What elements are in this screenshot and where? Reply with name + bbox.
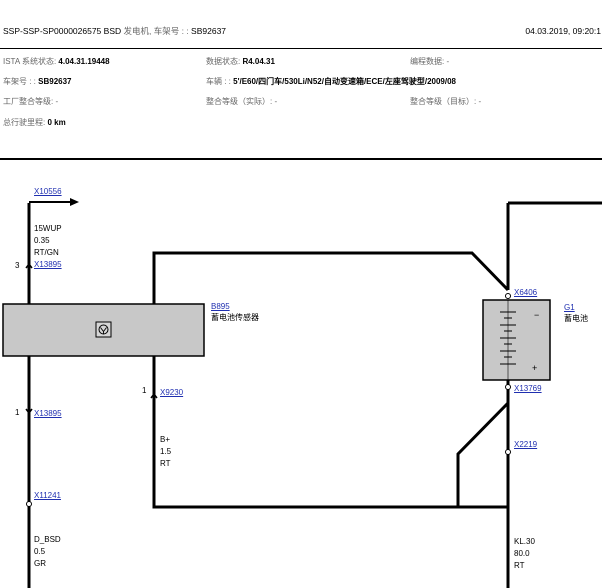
wire-kl30-code: KL.30 [514, 537, 535, 546]
wire-kl30-color: RT [514, 561, 525, 570]
wire-kl30-size: 80.0 [514, 549, 530, 558]
battery-plus-symbol: + [532, 363, 537, 373]
pin-3-label: 3 [15, 261, 20, 270]
wire-battery-diagonal [456, 401, 510, 507]
wire-top-battery-minus [152, 251, 510, 304]
wire-bplus-code: B+ [160, 435, 171, 444]
pin-1-mid-label: 1 [142, 386, 147, 395]
wire-bsd-code: D_BSD [34, 535, 61, 544]
sensor-b895-link[interactable]: B895 [211, 302, 230, 312]
connector-marker-x2219 [505, 449, 511, 455]
connector-marker-x6406 [505, 293, 511, 299]
connector-x6406-link[interactable]: X6406 [514, 288, 537, 298]
wire-bplus [152, 356, 508, 509]
connector-x2219-link[interactable]: X2219 [514, 440, 537, 450]
sensor-symbol-frame [95, 321, 112, 338]
connector-x13769-link[interactable]: X13769 [514, 384, 542, 394]
wiring-diagram: − + [2, 198, 602, 588]
connector-x13895-bottom-link[interactable]: X13895 [34, 409, 62, 419]
connector-x9230-link[interactable]: X9230 [160, 388, 183, 398]
connector-marker-x11241 [26, 501, 32, 507]
wire-bsd-size: 0.5 [34, 547, 46, 556]
battery-box[interactable] [482, 299, 551, 381]
battery-minus-symbol: − [534, 310, 539, 320]
connector-x11241-link[interactable]: X11241 [34, 491, 61, 501]
wire-bplus-size: 1.5 [160, 447, 172, 456]
battery-name: 蓄电池 [564, 314, 588, 323]
battery-g1-link[interactable]: G1 [564, 303, 575, 313]
connector-marker-x13769 [505, 384, 511, 390]
wire1-size: 0.35 [34, 236, 50, 245]
wire-bsd-color: GR [34, 559, 46, 568]
wire1-code: 15WUP [34, 224, 62, 233]
connector-x13895-top-link[interactable]: X13895 [34, 260, 62, 270]
connector-x10556-link[interactable]: X10556 [34, 187, 62, 197]
arrow-head-icon [70, 198, 79, 206]
wire1-color: RT/GN [34, 248, 59, 257]
wire-bplus-color: RT [160, 459, 171, 468]
pin-1-left-label: 1 [15, 408, 20, 417]
sensor-name: 蓄电池传感器 [211, 313, 259, 322]
